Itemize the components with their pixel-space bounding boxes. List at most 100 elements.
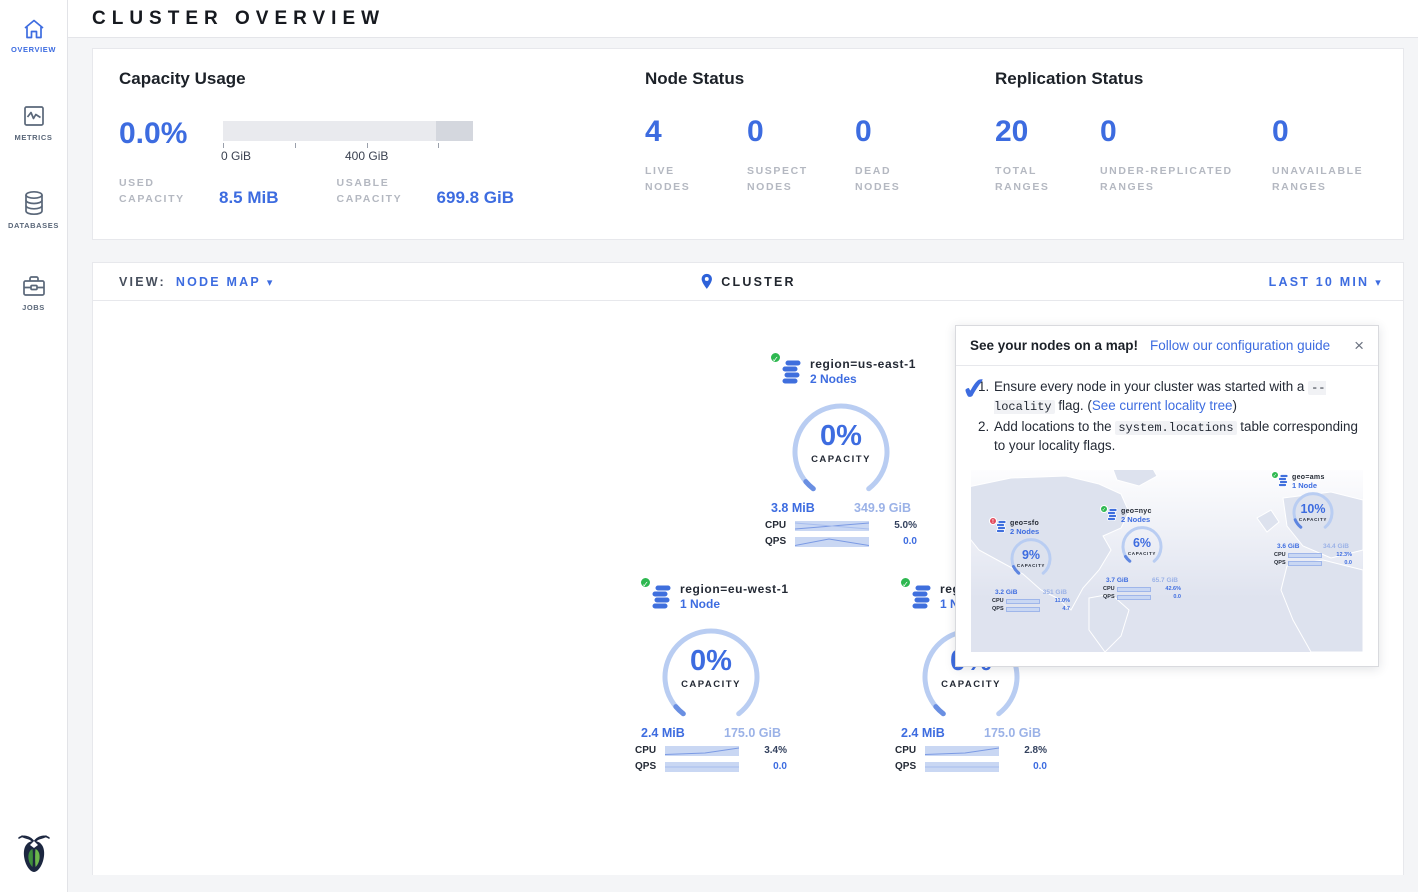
chevron-down-icon: ▾ (267, 277, 275, 289)
axis-label-0: 0 GiB (221, 149, 251, 163)
qps-value: 0.0 (1033, 761, 1047, 772)
cpu-value: 3.4% (764, 745, 787, 756)
capacity-usage-section: Capacity Usage 0.0% 0 GiB 400 GiB (119, 69, 619, 208)
qps-label: QPS (1103, 594, 1117, 600)
cpu-value: 12.3% (1336, 552, 1352, 558)
home-icon (22, 18, 46, 40)
healthy-check-icon: ✓ (769, 351, 782, 364)
node-count: 2 Nodes (1010, 527, 1039, 536)
cpu-label: CPU (1103, 586, 1117, 592)
dead-nodes-label: DEAD NODES (855, 163, 925, 196)
gauge-capacity-label: CAPACITY (781, 454, 901, 465)
qps-sparkline (1288, 561, 1322, 566)
view-dropdown[interactable]: NODE MAP▾ (176, 275, 275, 289)
region-label: region=eu-west-1 (680, 582, 789, 596)
page-title: CLUSTER OVERVIEW (92, 8, 385, 30)
qps-value: 4.7 (1062, 606, 1070, 612)
used-capacity-label: USED CAPACITY (119, 175, 205, 208)
qps-value: 0.0 (773, 761, 787, 772)
sidebar-item-overview[interactable]: OVERVIEW (0, 14, 67, 62)
gauge-percent: 0% (781, 420, 901, 453)
cpu-label: CPU (992, 598, 1006, 604)
suspect-nodes-label: SUSPECT NODES (747, 163, 825, 196)
node-used-capacity: 3.8 MiB (771, 501, 815, 515)
qps-sparkline (795, 537, 869, 547)
qps-label: QPS (635, 761, 665, 772)
capacity-usage-title: Capacity Usage (119, 69, 619, 89)
close-icon[interactable]: × (1354, 337, 1364, 354)
cpu-value: 2.8% (1024, 745, 1047, 756)
node-status-title: Node Status (645, 69, 955, 89)
metrics-icon (22, 104, 46, 128)
database-icon (22, 190, 46, 216)
qps-value: 0.0 (1344, 560, 1352, 566)
locality-tree-link[interactable]: See current locality tree (1092, 398, 1233, 413)
node-total-capacity: 65.7 GiB (1152, 577, 1178, 584)
node-used-capacity: 3.6 GiB (1277, 543, 1299, 550)
cpu-sparkline (665, 746, 739, 756)
gauge-capacity-label: CAPACITY (1286, 517, 1340, 522)
chevron-down-icon: ▾ (1375, 277, 1383, 289)
configuration-guide-link[interactable]: Follow our configuration guide (1150, 338, 1330, 353)
gauge-percent: 0% (651, 645, 771, 678)
done-check-icon: ✔ (960, 371, 989, 408)
qps-sparkline (665, 762, 739, 772)
replication-status-section: Replication Status 20 TOTAL RANGES 0 UND… (995, 69, 1402, 196)
cockroachdb-logo (0, 833, 67, 878)
sidebar-item-databases[interactable]: DATABASES (0, 186, 67, 238)
mini-node-sfo: ! geo=sfo 2 Nodes (985, 520, 1077, 612)
qps-sparkline (1117, 595, 1151, 600)
geo-label: geo=ams (1292, 474, 1325, 481)
cpu-sparkline (1117, 587, 1151, 592)
gauge-percent: 9% (1004, 548, 1058, 562)
node-total-capacity: 351 GiB (1043, 589, 1067, 596)
cpu-sparkline (795, 521, 869, 531)
used-capacity-value: 8.5 MiB (219, 188, 279, 208)
node-status-section: Node Status 4 LIVE NODES 0 SUSPECT NODES… (645, 69, 955, 196)
page-titlebar: CLUSTER OVERVIEW (68, 0, 1418, 38)
time-range-dropdown[interactable]: LAST 10 MIN▾ (1269, 275, 1383, 289)
live-nodes-label: LIVE NODES (645, 163, 715, 196)
sidebar-item-label: METRICS (0, 133, 67, 142)
sidebar-item-jobs[interactable]: JOBS (0, 270, 67, 320)
node-group-us-east-1[interactable]: ✓ region=us-east-1 2 Nodes (759, 357, 923, 547)
suspect-nodes-value: 0 (747, 119, 855, 145)
breadcrumb-cluster[interactable]: CLUSTER (721, 275, 795, 289)
node-group-eu-west-1[interactable]: ✓ region=eu-west-1 1 Node (629, 582, 793, 772)
node-stack-icon (649, 584, 673, 610)
popup-step-2: 2. Add locations to the system.locations… (978, 418, 1362, 455)
cpu-label: CPU (635, 745, 665, 756)
capacity-bar (223, 121, 473, 141)
qps-sparkline (1006, 607, 1040, 612)
capacity-gauge: 0% CAPACITY (651, 615, 771, 724)
live-nodes-value: 4 (645, 119, 747, 145)
under-replicated-ranges-value: 0 (1100, 119, 1272, 145)
sidebar-item-metrics[interactable]: METRICS (0, 100, 67, 150)
gauge-capacity-label: CAPACITY (911, 679, 1031, 690)
system-locations-code: system.locations (1115, 421, 1236, 435)
node-used-capacity: 3.7 GiB (1106, 577, 1128, 584)
view-label: VIEW: (119, 275, 166, 289)
unavailable-ranges-value: 0 (1272, 119, 1402, 145)
node-count: 1 Node (1292, 481, 1325, 490)
cpu-label: CPU (1274, 552, 1288, 558)
cpu-sparkline (1006, 599, 1040, 604)
capacity-gauge: 6% CAPACITY (1115, 525, 1169, 577)
node-stack-icon (909, 584, 933, 610)
gauge-percent: 10% (1286, 502, 1340, 516)
capacity-gauge: 0% CAPACITY (781, 390, 901, 499)
mini-node-nyc: ✓ geo=nyc 2 Nodes (1096, 508, 1188, 600)
gauge-capacity-label: CAPACITY (651, 679, 771, 690)
popup-title: See your nodes on a map! (970, 338, 1138, 353)
node-used-capacity: 2.4 MiB (901, 726, 945, 740)
under-replicated-ranges-metric: 0 UNDER-REPLICATED RANGES (1100, 119, 1272, 196)
map-pin-icon (700, 273, 713, 290)
geo-label: geo=nyc (1121, 508, 1152, 515)
unavailable-ranges-label: UNAVAILABLE RANGES (1272, 163, 1372, 196)
total-ranges-value: 20 (995, 119, 1100, 145)
qps-label: QPS (1274, 560, 1288, 566)
cpu-sparkline (1288, 553, 1322, 558)
capacity-percent: 0.0% (119, 121, 223, 147)
example-map-image: ! geo=sfo 2 Nodes (971, 470, 1363, 652)
qps-sparkline (925, 762, 999, 772)
